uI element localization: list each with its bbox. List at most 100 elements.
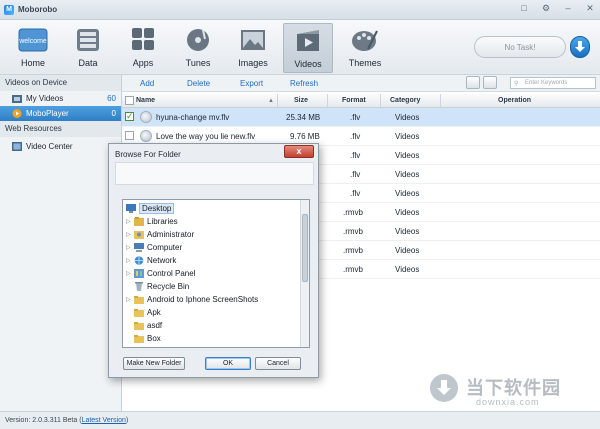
title-bar: M Moborobo □ ⚙ – ✕ <box>0 0 600 20</box>
tree-node-box[interactable]: Box <box>134 332 161 345</box>
column-size[interactable]: Size <box>294 97 308 104</box>
ok-button[interactable]: OK <box>205 357 251 370</box>
table-row[interactable]: ✓ hyuna-change mv.flv 25.34 MB .flv Vide… <box>122 108 600 127</box>
search-input[interactable]: ⚲ Enter Keywords <box>510 77 596 89</box>
dialog-close-button[interactable]: x <box>284 145 314 158</box>
desktop-icon <box>126 204 136 213</box>
tree-node-asdf[interactable]: asdf <box>134 319 162 332</box>
computer-icon <box>134 243 144 252</box>
tree-node-network[interactable]: ▷ Network <box>126 254 176 267</box>
sidebar-item-my-videos[interactable]: My Videos 60 <box>0 91 121 106</box>
select-all-checkbox[interactable] <box>125 96 134 105</box>
delete-button[interactable]: Delete <box>187 79 210 88</box>
tree-node-desktop[interactable]: Desktop <box>126 202 175 215</box>
list-view-icon[interactable] <box>466 76 480 89</box>
expand-arrow-icon[interactable]: ▷ <box>126 257 134 264</box>
network-icon <box>134 256 144 265</box>
folder-icon <box>134 322 144 330</box>
welcome-home-icon: welcome <box>18 28 48 52</box>
app-logo-icon: M <box>4 4 14 15</box>
count-badge: 0 <box>111 109 116 118</box>
status-bar: Version: 2.0.3.311 Beta (Latest Version) <box>0 411 600 429</box>
apps-icon <box>132 28 154 50</box>
cancel-button[interactable]: Cancel <box>255 357 301 370</box>
make-new-folder-button[interactable]: Make New Folder <box>123 357 185 370</box>
latest-version-link[interactable]: Latest Version <box>82 417 126 424</box>
sidebar-item-video-center[interactable]: Video Center <box>0 139 121 154</box>
sort-arrow-icon: ▲ <box>268 98 274 104</box>
expand-arrow-icon[interactable]: ▷ <box>126 218 134 225</box>
video-folder-icon <box>12 95 22 103</box>
skin-icon[interactable]: □ <box>518 3 530 14</box>
tree-node-recycle-bin[interactable]: Recycle Bin <box>134 280 189 293</box>
user-folder-icon <box>134 231 144 239</box>
toolbar-videos[interactable]: Videos <box>283 23 333 73</box>
sidebar-section-web-resources: Web Resources <box>0 121 121 137</box>
sidebar: Videos on Device My Videos 60 MoboPlayer… <box>0 75 122 411</box>
tunes-icon <box>187 29 209 51</box>
watermark: 当下软件园 downxia.com <box>430 372 592 412</box>
minimize-icon[interactable]: – <box>562 3 574 14</box>
data-icon <box>77 29 99 51</box>
toolbar-home[interactable]: welcome Home <box>8 23 58 73</box>
toolbar-data[interactable]: Data <box>63 23 113 73</box>
count-badge: 60 <box>107 94 116 103</box>
video-center-icon <box>12 142 22 151</box>
task-status-button[interactable]: No Task! <box>474 36 566 58</box>
tree-node-libraries[interactable]: ▷ Libraries <box>126 215 178 228</box>
tree-node-control-panel[interactable]: ▷ Control Panel <box>126 267 195 280</box>
tree-node-computer[interactable]: ▷ Computer <box>126 241 182 254</box>
tree-node-android-screenshots[interactable]: ▷ Android to Iphone ScreenShots <box>126 293 258 306</box>
dialog-description-panel <box>115 162 314 185</box>
themes-icon <box>352 30 378 51</box>
video-file-icon <box>140 111 152 123</box>
row-checkbox[interactable]: ✓ <box>125 112 134 121</box>
toolbar-images[interactable]: Images <box>228 23 278 73</box>
folder-tree[interactable]: Desktop ▷ Libraries ▷ Administrator ▷ Co… <box>122 199 310 348</box>
column-name[interactable]: Name <box>136 97 155 104</box>
expand-arrow-icon[interactable]: ▷ <box>126 296 134 303</box>
video-file-icon <box>140 130 152 142</box>
expand-arrow-icon[interactable]: ▷ <box>126 244 134 251</box>
folder-icon <box>134 309 144 317</box>
close-icon[interactable]: ✕ <box>584 3 596 14</box>
row-checkbox[interactable] <box>125 131 134 140</box>
images-icon <box>241 30 265 50</box>
videos-icon <box>297 30 319 51</box>
sidebar-section-videos-on-device: Videos on Device <box>0 75 121 91</box>
moboplayer-icon <box>12 109 22 118</box>
main-toolbar: welcome Home Data Apps Tunes Images Vide… <box>0 20 600 75</box>
tree-node-administrator[interactable]: ▷ Administrator <box>126 228 194 241</box>
toolbar-themes[interactable]: Themes <box>340 23 390 73</box>
toolbar-tunes[interactable]: Tunes <box>173 23 223 73</box>
column-operation: Operation <box>498 97 532 104</box>
sidebar-item-moboplayer[interactable]: MoboPlayer 0 <box>0 106 121 121</box>
folder-icon <box>134 296 144 304</box>
tree-scrollbar[interactable] <box>300 200 309 347</box>
app-title: Moborobo <box>18 5 58 14</box>
column-format[interactable]: Format <box>342 97 366 104</box>
column-category[interactable]: Category <box>390 97 420 104</box>
recycle-bin-icon <box>135 282 143 291</box>
tree-node-apk[interactable]: Apk <box>134 306 161 319</box>
expand-arrow-icon[interactable]: ▷ <box>126 270 134 277</box>
settings-icon[interactable]: ⚙ <box>540 3 552 14</box>
svg-text:welcome: welcome <box>18 38 47 45</box>
download-manager-button[interactable] <box>570 36 590 58</box>
download-watermark-icon <box>430 374 458 402</box>
export-button[interactable]: Export <box>240 79 263 88</box>
version-text: Version: 2.0.3.311 Beta <box>5 417 78 424</box>
expand-arrow-icon[interactable]: ▷ <box>126 231 134 238</box>
table-header: Name ▲ Size Format Category Operation <box>122 94 600 108</box>
dialog-title: Browse For Folder <box>115 150 181 159</box>
detail-view-icon[interactable] <box>483 76 497 89</box>
add-button[interactable]: Add <box>140 79 154 88</box>
toolbar-apps[interactable]: Apps <box>118 23 168 73</box>
libraries-icon <box>134 217 144 226</box>
view-toggle <box>466 76 497 89</box>
search-icon: ⚲ <box>514 81 519 87</box>
refresh-button[interactable]: Refresh <box>290 79 318 88</box>
folder-icon <box>134 335 144 343</box>
scrollbar-thumb[interactable] <box>302 214 308 282</box>
control-panel-icon <box>134 269 144 278</box>
